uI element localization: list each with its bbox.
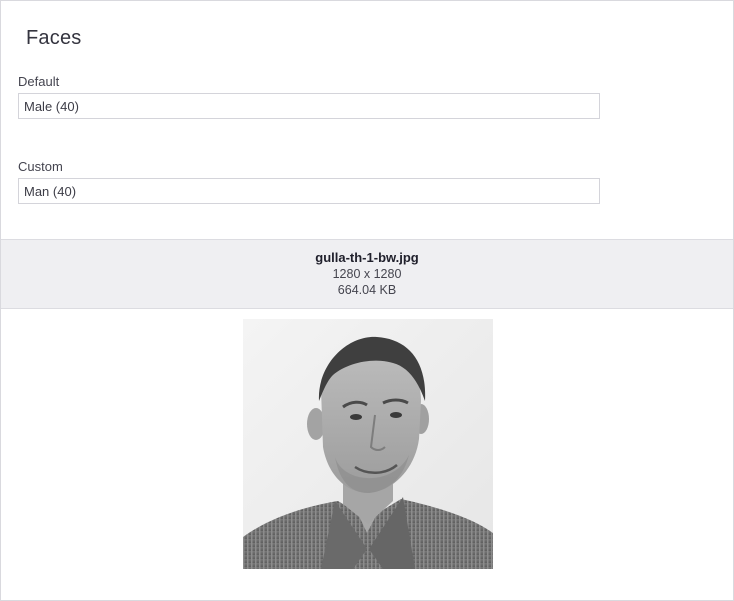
custom-field[interactable]	[18, 178, 600, 204]
default-label: Default	[18, 74, 60, 89]
file-size: 664.04 KB	[337, 283, 397, 297]
portrait-photo-graphic	[243, 319, 493, 569]
file-info-bar: gulla-th-1-bw.jpg 1280 x 1280 664.04 KB	[1, 239, 733, 309]
default-field[interactable]	[18, 93, 600, 119]
file-dimensions: 1280 x 1280	[332, 267, 402, 281]
faces-panel: Faces Default Custom gulla-th-1-bw.jpg 1…	[0, 0, 734, 601]
panel-title: Faces	[26, 27, 82, 49]
custom-label: Custom	[18, 159, 63, 174]
portrait-photo	[243, 319, 493, 569]
file-name: gulla-th-1-bw.jpg	[315, 250, 419, 265]
